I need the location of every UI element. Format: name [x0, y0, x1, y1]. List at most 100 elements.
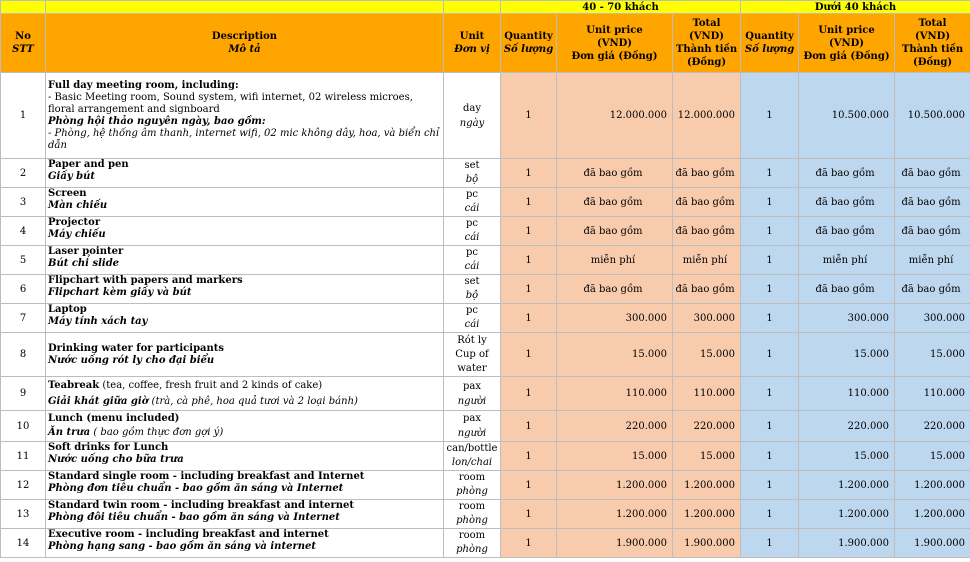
row-unit: room phòng [443, 499, 501, 529]
qty-40-70: 1 [500, 470, 557, 500]
row-number: 4 [0, 216, 46, 246]
total-under-40: đã bao gồm [894, 216, 970, 246]
price-40-70: 1.200.000 [556, 499, 673, 529]
total-under-40: 1.900.000 [894, 528, 970, 558]
table-row: 7 Laptop Máy tính xách tay pc cái 1 300.000 300… [0, 303, 970, 333]
header-description: Description Mô tả [45, 13, 444, 73]
qty-40-70: 1 [500, 274, 557, 304]
row-number: 14 [0, 528, 46, 558]
row-description: Laptop Máy tính xách tay [45, 303, 444, 333]
qty-40-70: 1 [500, 441, 557, 471]
table-row: 12 Standard single room - including break… [0, 470, 970, 500]
row-unit: set bộ [443, 274, 501, 304]
row-number: 12 [0, 470, 46, 500]
row-description: Flipchart with papers and markers Flipcha… [45, 274, 444, 304]
price-40-70: đã bao gồm [556, 216, 673, 246]
header-total-1: Total (VND) Thành tiền (Đồng) [671, 13, 742, 73]
table-row: 4 Projector Máy chiếu pc cái 1 đã bao gồm đã ba… [0, 216, 970, 246]
price-under-40: đã bao gồm [798, 158, 896, 188]
table-row: 6 Flipchart with papers and markers Flipch… [0, 274, 970, 304]
qty-under-40: 1 [740, 245, 800, 275]
qty-40-70: 1 [500, 499, 557, 529]
row-description: Soft drinks for Lunch Nước uống cho bữa t… [45, 441, 444, 471]
row-unit: pc cái [443, 303, 501, 333]
price-40-70: 15.000 [556, 441, 673, 471]
total-40-70: 300.000 [671, 303, 742, 333]
rows-a: 2 Paper and pen Giấy bút set bộ 1 đã bao gồm đã… [0, 158, 970, 333]
table-row: 3 Screen Màn chiếu pc cái 1 đã bao gồm đã bao g… [0, 187, 970, 217]
price-40-70: 1.200.000 [556, 470, 673, 500]
row-unit: room phòng [443, 470, 501, 500]
price-under-40: đã bao gồm [798, 216, 896, 246]
row-number: 3 [0, 187, 46, 217]
table-row: 8 Drinking water for participants Nước uố… [0, 332, 970, 377]
table-row: 1 Full day meeting room, including: - Ba… [0, 72, 970, 159]
total-under-40: 1.200.000 [894, 470, 970, 500]
row-description: Executive room - including breakfast and… [45, 528, 444, 558]
total-under-40: đã bao gồm [894, 158, 970, 188]
price-under-40: miễn phí [798, 245, 896, 275]
qty-40-70: 1 [500, 158, 557, 188]
group-header-row: 40 - 70 khách Dưới 40 khách [0, 0, 970, 14]
price-under-40: 1.200.000 [798, 470, 896, 500]
qty-40-70: 1 [500, 528, 557, 558]
total-40-70: đã bao gồm [671, 274, 742, 304]
qty-under-40: 1 [740, 158, 800, 188]
row-number: 5 [0, 245, 46, 275]
quotation-table: 40 - 70 khách Dưới 40 khách No STT Descri… [0, 0, 970, 558]
header-quantity-1: Quantity Số lượng [500, 13, 557, 73]
group-under-40: Dưới 40 khách [740, 0, 970, 14]
row-unit: pc cái [443, 245, 501, 275]
price-40-70: 300.000 [556, 303, 673, 333]
row-unit: pc cái [443, 187, 501, 217]
qty-under-40: 1 [740, 441, 800, 471]
total-40-70: 1.200.000 [671, 470, 742, 500]
qty-under-40: 1 [740, 528, 800, 558]
price-under-40: 1.200.000 [798, 499, 896, 529]
price-under-40: 1.900.000 [798, 528, 896, 558]
rows-b: 11 Soft drinks for Lunch Nước uống cho bữa… [0, 441, 970, 558]
price-under-40: 15.000 [798, 441, 896, 471]
row-number: 11 [0, 441, 46, 471]
price-under-40: đã bao gồm [798, 274, 896, 304]
header-no: No STT [0, 13, 46, 73]
qty-under-40: 1 [740, 470, 800, 500]
qty-40-70: 1 [500, 187, 557, 217]
total-40-70: 1.200.000 [671, 499, 742, 529]
qty-under-40: 1 [740, 216, 800, 246]
qty-under-40: 1 [740, 303, 800, 333]
total-under-40: đã bao gồm [894, 274, 970, 304]
total-40-70: miễn phí [671, 245, 742, 275]
total-40-70: đã bao gồm [671, 216, 742, 246]
price-40-70: đã bao gồm [556, 187, 673, 217]
table-row: 5 Laser pointer Bút chỉ slide pc cái 1 miễn ph… [0, 245, 970, 275]
row-description: Standard twin room - including breakfast… [45, 499, 444, 529]
row-unit: pc cái [443, 216, 501, 246]
price-40-70: đã bao gồm [556, 274, 673, 304]
total-40-70: 1.900.000 [671, 528, 742, 558]
row-description: Laser pointer Bút chỉ slide [45, 245, 444, 275]
table-row: 9 Teabreak (tea, coffee, fresh fruit and… [0, 376, 970, 411]
table-row: 10 Lunch (menu included) Ăn trưa ( bao g… [0, 410, 970, 442]
row-number: 13 [0, 499, 46, 529]
row-number: 6 [0, 274, 46, 304]
qty-under-40: 1 [740, 499, 800, 529]
total-under-40: 1.200.000 [894, 499, 970, 529]
qty-40-70: 1 [500, 245, 557, 275]
total-under-40: miễn phí [894, 245, 970, 275]
row-description: Full day meeting room, including: - Basi… [45, 72, 444, 159]
header-unit-price-1: Unit price (VND) Đơn giá (Đồng) [556, 13, 673, 73]
group-40-70: 40 - 70 khách [499, 0, 742, 14]
table-row: 11 Soft drinks for Lunch Nước uống cho bữa… [0, 441, 970, 471]
qty-40-70: 1 [500, 216, 557, 246]
qty-40-70: 1 [500, 303, 557, 333]
row-number: 2 [0, 158, 46, 188]
row-unit: room phòng [443, 528, 501, 558]
header-unit: Unit Đơn vị [443, 13, 501, 73]
table-row: 14 Executive room - including breakfast a… [0, 528, 970, 558]
price-40-70: đã bao gồm [556, 158, 673, 188]
header-unit-price-2: Unit price (VND) Đơn giá (Đồng) [798, 13, 896, 73]
table-row: 13 Standard twin room - including breakfa… [0, 499, 970, 529]
price-40-70: 1.900.000 [556, 528, 673, 558]
header-quantity-2: Quantity Số lượng [740, 13, 800, 73]
